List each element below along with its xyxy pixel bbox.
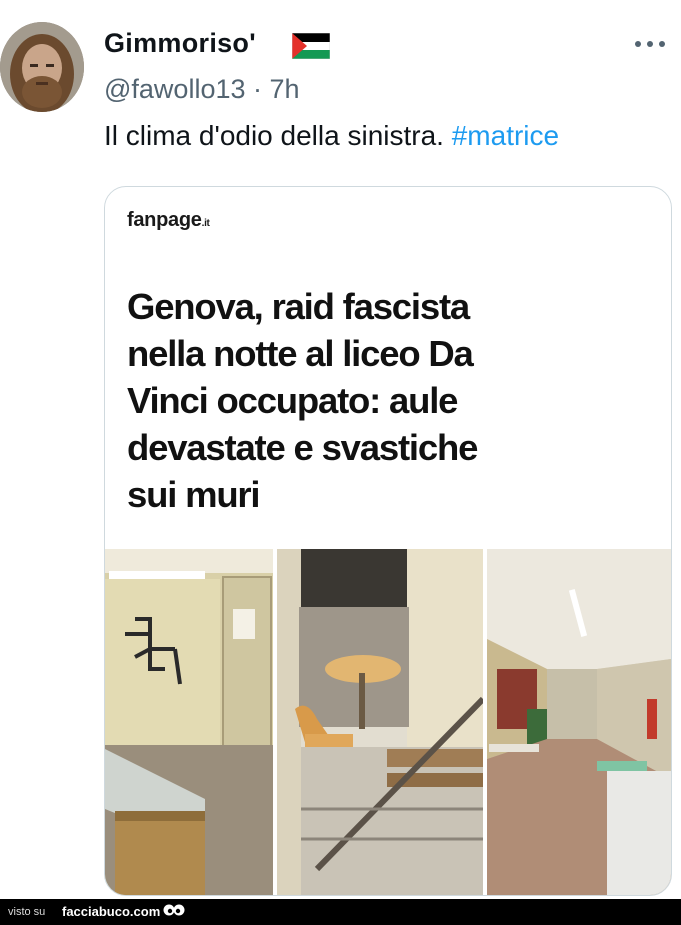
card-photos <box>105 549 671 895</box>
ellipsis-icon[interactable] <box>633 34 667 54</box>
handle[interactable]: @fawollo13 <box>104 74 246 104</box>
source-logo-text: fanpage <box>127 209 202 231</box>
footer-visto: visto su <box>8 906 46 918</box>
display-name[interactable]: Gimmoriso' <box>104 28 256 59</box>
tweet-body: Il clima d'odio della sinistra. <box>104 120 444 151</box>
photo-wall-swastika <box>105 549 273 895</box>
eyes-logo-icon <box>163 904 185 916</box>
card-headline: Genova, raid fascista nella notte al lic… <box>127 286 478 515</box>
separator: · <box>253 74 263 104</box>
palestine-flag-icon <box>292 33 330 59</box>
source-logo-suffix: .it <box>201 218 210 229</box>
hashtag-link[interactable]: #matrice <box>452 120 559 151</box>
tweet-text: Il clima d'odio della sinistra. #matrice <box>104 120 559 152</box>
avatar[interactable] <box>0 22 84 112</box>
handle-line: @fawollo13 · 7h <box>104 74 300 105</box>
footer-bar: visto su facciabuco.com <box>0 899 681 925</box>
photo-room-table <box>277 549 486 895</box>
link-card[interactable]: fanpage.it Genova, raid fascista nella n… <box>104 186 672 896</box>
timestamp[interactable]: 7h <box>270 74 300 104</box>
footer-site[interactable]: facciabuco.com <box>62 904 160 919</box>
photo-corridor <box>487 549 671 895</box>
source-logo: fanpage.it <box>127 209 210 232</box>
